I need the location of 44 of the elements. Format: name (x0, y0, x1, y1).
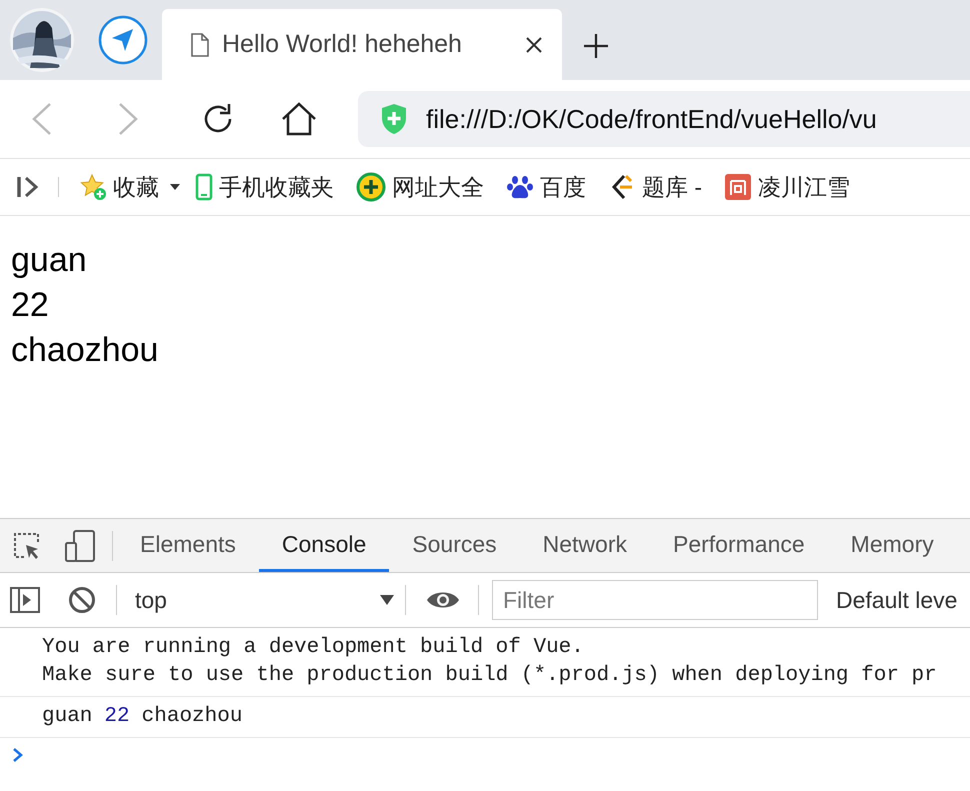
devtools-tab[interactable]: Memory (828, 519, 957, 572)
log-levels-dropdown[interactable]: Default leve (836, 582, 958, 618)
inspect-icon[interactable] (12, 530, 42, 560)
bookmark[interactable]: 百度 (506, 170, 586, 204)
phone-icon (195, 173, 213, 201)
prompt-icon[interactable] (12, 746, 24, 764)
paw-icon (506, 173, 534, 201)
new-tab-icon[interactable] (582, 32, 610, 60)
caret-icon (379, 594, 395, 606)
console-message: You are running a development build of Vue. (42, 635, 584, 661)
document-icon (190, 32, 210, 56)
page-text: chaozhou (11, 330, 158, 371)
context-select[interactable]: top (135, 582, 405, 618)
console-value: guan (42, 704, 92, 730)
sidebar-panel-icon[interactable] (10, 587, 40, 613)
star-icon (79, 173, 107, 201)
bookmark[interactable]: 题库 - (608, 170, 702, 204)
home-icon[interactable] (280, 101, 318, 137)
url-text: file:///D:/OK/Code/frontEnd/vueHello/vu (426, 102, 877, 136)
bookmark[interactable]: 手机收藏夹 (195, 170, 334, 204)
bookmark[interactable]: 凌川江雪 (724, 170, 850, 204)
console-value: 22 (104, 704, 130, 730)
devtools-tab[interactable]: Console (258, 519, 390, 572)
devtools-tab[interactable]: Network (520, 519, 650, 572)
tab-title: Hello World! heheheh (222, 28, 463, 60)
console-message: Make sure to use the production build (*.prod.js) when deploying for pr (42, 663, 937, 689)
bookmark[interactable]: 收藏 (79, 170, 159, 204)
page-text: guan (11, 240, 87, 281)
devtools-tab[interactable]: Performance (650, 519, 828, 572)
close-icon[interactable] (524, 34, 544, 54)
address-bar[interactable]: file:///D:/OK/Code/frontEnd/vueHello/vu (358, 91, 970, 147)
browser-tab[interactable]: Hello World! heheheh (162, 9, 562, 80)
tile-icon (724, 173, 752, 201)
device-icon[interactable] (64, 528, 96, 562)
shield-icon (380, 103, 408, 135)
page-text: 22 (11, 285, 49, 326)
devtools-tab[interactable]: Elements (117, 519, 259, 572)
caret-icon[interactable] (169, 183, 181, 191)
globe-plus-icon (356, 172, 386, 202)
devtools-tab[interactable]: Sources (389, 519, 520, 572)
bookmark[interactable]: 网址大全 (356, 170, 484, 204)
filter-field[interactable]: Filter (492, 580, 818, 620)
console-value: chaozhou (142, 704, 242, 730)
clear-icon[interactable] (68, 586, 96, 614)
